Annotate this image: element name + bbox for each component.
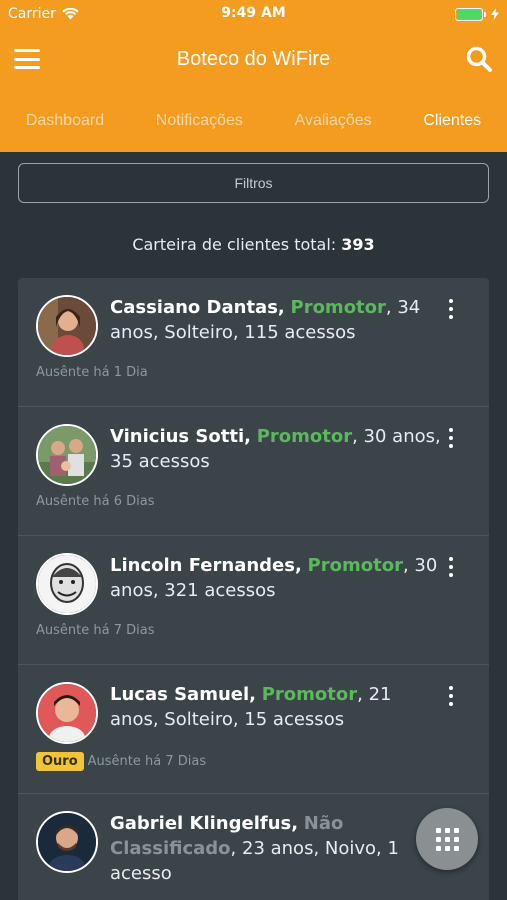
avatar xyxy=(36,424,98,486)
absence-label: Ausênte há 6 Dias xyxy=(36,494,155,509)
battery-icon xyxy=(455,7,486,21)
tab-avaliacoes[interactable]: Avaliações xyxy=(295,112,372,130)
tab-bar: Dashboard Notificações Avaliações Client… xyxy=(0,90,507,152)
client-status: Promotor xyxy=(307,555,403,576)
more-options-icon[interactable] xyxy=(443,686,459,706)
client-info: Cassiano Dantas, Promotor, 34 anos, Solt… xyxy=(110,295,443,345)
client-name: Cassiano Dantas, xyxy=(110,297,285,318)
client-status: Promotor xyxy=(261,684,358,705)
client-list: Cassiano Dantas, Promotor, 34 anos, Solt… xyxy=(18,278,489,900)
tab-notificacoes[interactable]: Notificações xyxy=(156,112,243,130)
filter-container: Filtros xyxy=(0,152,507,203)
client-total-value: 393 xyxy=(341,235,375,254)
client-status: Promotor xyxy=(256,426,353,447)
client-name: Vinicius Sotti, xyxy=(110,426,251,447)
page-title: Boteco do WiFire xyxy=(176,47,331,70)
carrier-label: Carrier xyxy=(8,6,56,22)
more-options-icon[interactable] xyxy=(443,428,459,448)
client-total-label: Carteira de clientes total: xyxy=(132,235,337,254)
client-meta: Ausênte há 1 Dia xyxy=(36,365,148,380)
client-info: Vinicius Sotti, Promotor, 30 anos, 35 ac… xyxy=(110,424,443,474)
more-options-icon[interactable] xyxy=(443,557,459,577)
avatar xyxy=(36,553,98,615)
client-card[interactable]: Vinicius Sotti, Promotor, 30 anos, 35 ac… xyxy=(18,407,489,536)
client-total: Carteira de clientes total: 393 xyxy=(0,235,507,254)
client-meta: Ausênte há 7 Dias xyxy=(36,623,154,638)
client-name: Lincoln Fernandes, xyxy=(110,555,302,576)
avatar xyxy=(36,811,98,873)
client-card[interactable]: Lucas Samuel, Promotor, 21 anos, Solteir… xyxy=(18,665,489,794)
wifi-icon xyxy=(62,8,79,20)
avatar xyxy=(36,682,98,744)
apps-fab-button[interactable] xyxy=(416,808,478,870)
absence-label: Ausênte há 7 Dias xyxy=(87,754,207,769)
client-card[interactable]: Cassiano Dantas, Promotor, 34 anos, Solt… xyxy=(18,278,489,407)
hamburger-icon[interactable] xyxy=(14,49,40,69)
status-bar: Carrier 9:49 AM xyxy=(0,0,507,28)
grid-icon xyxy=(435,827,459,851)
absence-label: Ausênte há 1 Dia xyxy=(36,365,148,380)
client-info: Lucas Samuel, Promotor, 21 anos, Solteir… xyxy=(110,682,443,732)
tab-clientes[interactable]: Clientes xyxy=(423,112,481,130)
more-options-icon[interactable] xyxy=(443,299,459,319)
client-status: Promotor xyxy=(290,297,386,318)
search-icon[interactable] xyxy=(465,45,493,73)
avatar xyxy=(36,295,98,357)
tab-dashboard[interactable]: Dashboard xyxy=(26,112,104,130)
nav-bar: Boteco do WiFire xyxy=(0,28,507,90)
client-info: Gabriel Klingelfus, Não Classificado, 23… xyxy=(110,811,443,886)
client-card[interactable]: Lincoln Fernandes, Promotor, 30 anos, 32… xyxy=(18,536,489,665)
charging-bolt-icon xyxy=(491,8,499,20)
client-meta: Ausênte há 6 Dias xyxy=(36,494,154,509)
client-name: Gabriel Klingelfus, xyxy=(110,813,299,834)
filter-button[interactable]: Filtros xyxy=(18,163,489,203)
tier-badge: Ouro xyxy=(36,752,84,771)
absence-label: Ausênte há 7 Dias xyxy=(36,623,155,638)
client-name: Lucas Samuel, xyxy=(110,684,256,705)
client-info: Lincoln Fernandes, Promotor, 30 anos, 32… xyxy=(110,553,443,603)
client-meta: Ouro Ausênte há 7 Dias xyxy=(36,752,206,771)
